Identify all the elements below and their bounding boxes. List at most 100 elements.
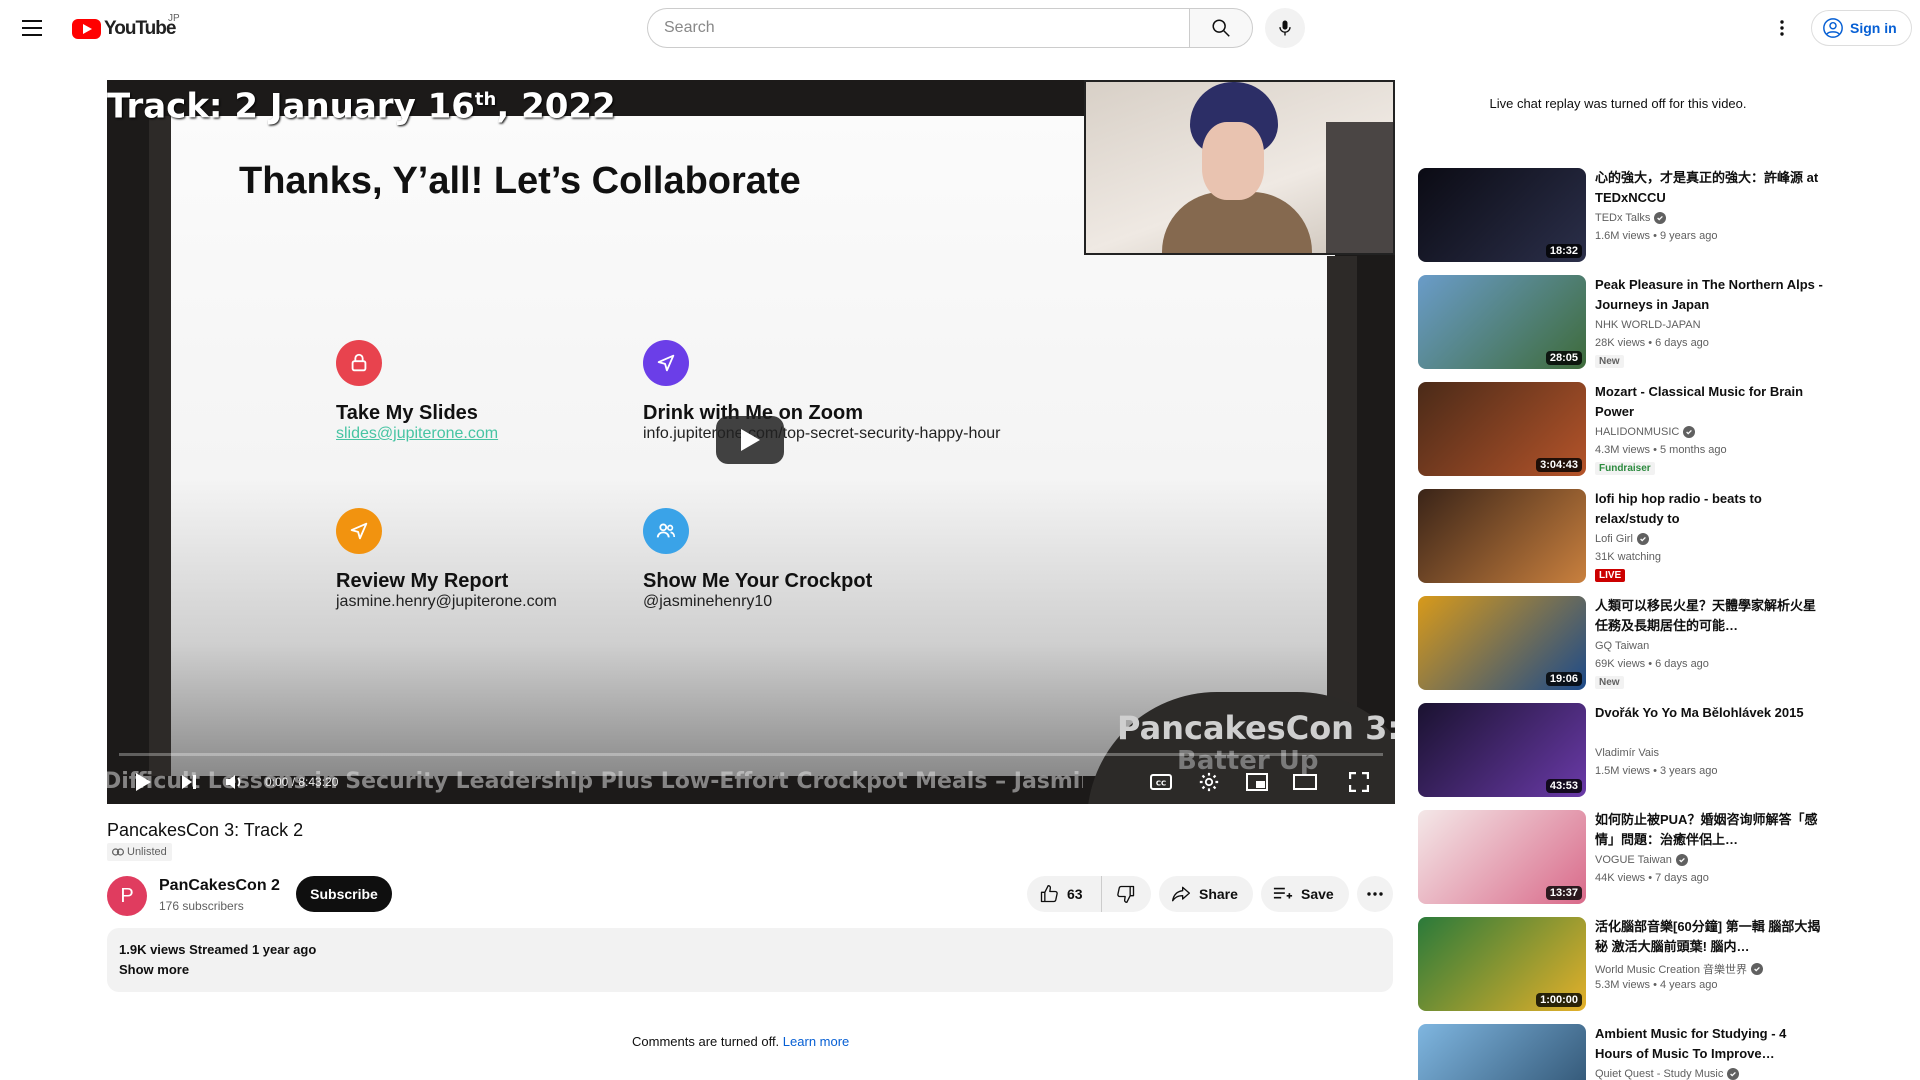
subscribe-button[interactable]: Subscribe [296, 876, 392, 912]
recommendation-title[interactable]: Ambient Music for Studying - 4 Hours of … [1595, 1024, 1825, 1064]
recommendation-channel[interactable]: TEDx Talks [1595, 212, 1667, 224]
dislike-button[interactable] [1102, 876, 1150, 912]
subtitles-button[interactable]: CC [1147, 768, 1175, 796]
recommendation-item[interactable]: 1:00:00 活化腦部音樂[60分鐘] 第一輯 腦部大揭秘 激活大腦前頭葉! 腦… [1418, 917, 1830, 1013]
verified-check-icon [1751, 963, 1763, 975]
slide-item-sub: info.jupiterone.com/top-secret-security-… [643, 425, 1001, 442]
search-button[interactable] [1189, 8, 1253, 48]
channel-name-text: World Music Creation 音樂世界 [1595, 964, 1747, 976]
country-code: JP [168, 13, 180, 24]
video-thumbnail[interactable]: 43:53 [1418, 703, 1586, 797]
save-button[interactable]: Save [1261, 876, 1349, 912]
more-actions-button[interactable] [1357, 876, 1393, 912]
fullscreen-button[interactable] [1345, 768, 1373, 796]
description-box[interactable]: 1.9K views Streamed 1 year ago Show more [107, 928, 1393, 992]
show-more-link[interactable]: Show more [119, 960, 1381, 980]
recommendation-item[interactable]: lofi hip hop radio - beats to relax/stud… [1418, 489, 1830, 585]
progress-bar[interactable] [119, 753, 1383, 756]
track-title-sup: th [474, 89, 497, 110]
recommendation-item[interactable]: 3:04:43 Mozart - Classical Music for Brai… [1418, 382, 1830, 478]
recommendation-item[interactable]: 3:48:42Ambient Music for Studying - 4 Ho… [1418, 1024, 1830, 1080]
search-input[interactable]: Search [647, 8, 1191, 48]
status-badge: New [1595, 676, 1624, 689]
like-button[interactable]: 63 [1027, 876, 1102, 912]
voice-search-button[interactable] [1265, 8, 1305, 48]
recommendation-title[interactable]: 活化腦部音樂[60分鐘] 第一輯 腦部大揭秘 激活大腦前頭葉! 腦内… [1595, 917, 1825, 957]
video-thumbnail[interactable]: 1:00:00 [1418, 917, 1586, 1011]
recommendation-item[interactable]: 28:05 Peak Pleasure in The Northern Alps … [1418, 275, 1830, 371]
recommendation-meta: 44K views • 7 days ago [1595, 872, 1709, 884]
recommendation-title[interactable]: 心的強大，才是真正的強大：許峰源 at TEDxNCCU [1595, 168, 1825, 208]
theater-mode-button[interactable] [1291, 768, 1319, 796]
recommendation-title[interactable]: Mozart - Classical Music for Brain Power [1595, 382, 1825, 422]
time-display: 0:00 / 8:43:20 [265, 775, 339, 789]
recommendation-channel[interactable]: World Music Creation 音樂世界 [1595, 961, 1763, 977]
playlist-add-icon [1273, 887, 1293, 899]
slide-item-review-report: Review My Report jasmine.henry@jupiteron… [336, 508, 557, 611]
miniplayer-button[interactable] [1243, 768, 1271, 796]
recommendation-channel[interactable]: Quiet Quest - Study Music [1595, 1068, 1740, 1080]
slide-item-title: Drink with Me on Zoom [643, 402, 863, 424]
recommendation-title[interactable]: Peak Pleasure in The Northern Alps - Jou… [1595, 275, 1825, 315]
recommendation-title[interactable]: 如何防止被PUA？婚姻咨询师解答「感情」問題：治癒伴侶上… [1595, 810, 1825, 850]
track-title-text: Track: 2 January 16 [107, 86, 475, 127]
menu-icon[interactable] [20, 16, 44, 40]
theater-mode-icon [1293, 774, 1317, 790]
verified-check-icon [1654, 212, 1667, 224]
large-play-button[interactable] [716, 416, 784, 464]
sign-in-button[interactable]: Sign in [1811, 10, 1912, 46]
video-player[interactable]: Track: 2 January 16th, 2022 Thanks, Y’al… [107, 80, 1395, 804]
mute-button[interactable] [221, 768, 249, 796]
settings-menu-button[interactable] [1770, 16, 1794, 40]
recommendation-channel[interactable]: VOGUE Taiwan [1595, 854, 1688, 866]
recommendation-channel[interactable]: NHK WORLD-JAPAN [1595, 319, 1701, 331]
recommendation-item[interactable]: 19:06 人類可以移民火星？天體學家解析火星任務及長期居住的可能… GQ Taiw… [1418, 596, 1830, 692]
video-thumbnail[interactable] [1418, 489, 1586, 583]
unlisted-badge: Unlisted [107, 843, 172, 861]
learn-more-link[interactable]: Learn more [783, 1034, 849, 1049]
masthead: YouTube JP Search Sign in [0, 0, 1920, 56]
recommendation-title[interactable]: Dvořák Yo Yo Ma Bělohlávek 2015 [1595, 703, 1825, 723]
status-badge: New [1595, 355, 1624, 368]
channel-name-text: HALIDONMUSIC [1595, 426, 1680, 438]
users-icon [643, 508, 689, 554]
slide-item-drink-zoom: Drink with Me on Zoom info.jupiterone.co… [643, 340, 1001, 443]
like-dislike-group: 63 [1027, 876, 1151, 912]
duration-badge: 43:53 [1545, 779, 1582, 793]
video-thumbnail[interactable]: 19:06 [1418, 596, 1586, 690]
recommendation-item[interactable]: 13:37 如何防止被PUA？婚姻咨询师解答「感情」問題：治癒伴侶上… VOGUE … [1418, 810, 1830, 906]
recommendation-channel[interactable]: GQ Taiwan [1595, 640, 1649, 652]
lower-third-ticker: Difficult Lessons in Security Leadership… [107, 769, 1083, 794]
unlisted-label: Unlisted [127, 846, 167, 858]
recommendation-channel[interactable]: HALIDONMUSIC [1595, 426, 1696, 438]
webcam-body [1162, 192, 1312, 253]
channel-name-text: GQ Taiwan [1595, 640, 1650, 652]
share-icon [1172, 886, 1190, 902]
video-thumbnail[interactable]: 13:37 [1418, 810, 1586, 904]
youtube-logo[interactable]: YouTube [72, 18, 176, 40]
channel-avatar[interactable]: P [107, 876, 147, 916]
recommendation-title[interactable]: lofi hip hop radio - beats to relax/stud… [1595, 489, 1825, 529]
closed-captions-icon: CC [1150, 774, 1172, 790]
recommendation-channel[interactable]: Lofi Girl [1595, 533, 1649, 545]
slide-frame-left [149, 116, 171, 776]
slide-item-sub: jasmine.henry@jupiterone.com [336, 593, 557, 610]
video-thumbnail[interactable]: 3:04:43 [1418, 382, 1586, 476]
recommendation-item[interactable]: 18:32 心的強大，才是真正的強大：許峰源 at TEDxNCCU TEDx Ta… [1418, 168, 1830, 264]
svg-text:CC: CC [1156, 780, 1166, 788]
channel-name[interactable]: PanCakesCon 2 [159, 877, 280, 895]
recommendation-item[interactable]: 43:53 Dvořák Yo Yo Ma Bělohlávek 2015 Vlad… [1418, 703, 1830, 799]
more-vertical-icon [1780, 20, 1784, 36]
next-button[interactable] [175, 768, 203, 796]
status-badge: Fundraiser [1595, 462, 1655, 475]
play-button[interactable] [129, 768, 157, 796]
settings-button[interactable] [1195, 768, 1223, 796]
recommendation-channel[interactable]: Vladimír Vais [1595, 747, 1659, 759]
video-thumbnail[interactable]: 3:48:42 [1418, 1024, 1586, 1080]
video-thumbnail[interactable]: 28:05 [1418, 275, 1586, 369]
channel-name-text: Vladimír Vais [1595, 747, 1659, 759]
share-button[interactable]: Share [1159, 876, 1253, 912]
recommendation-title[interactable]: 人類可以移民火星？天體學家解析火星任務及長期居住的可能… [1595, 596, 1825, 636]
video-thumbnail[interactable]: 18:32 [1418, 168, 1586, 262]
more-horizontal-icon [1367, 892, 1383, 896]
